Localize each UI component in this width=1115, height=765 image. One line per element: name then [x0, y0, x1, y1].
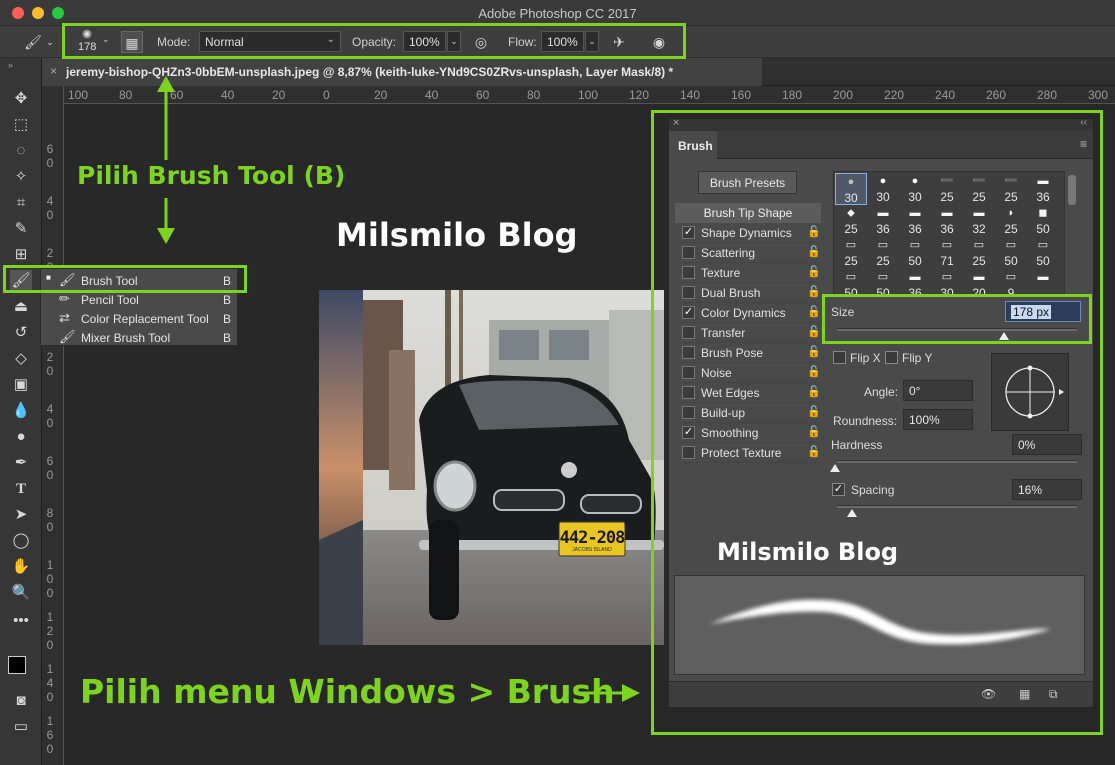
blog-watermark: Milsmilo Blog	[336, 216, 578, 254]
blog-watermark-panel: Milsmilo Blog	[717, 538, 899, 566]
pilih-menu-annotation: Pilih menu Windows > Brush	[80, 672, 615, 711]
annotation-arrows	[157, 76, 640, 702]
photoshop-window: Adobe Photoshop CC 2017 🖌 ⌄ 178 ⌄ ▦ Mode…	[0, 0, 1115, 765]
pilih-brush-annotation: Pilih Brush Tool (B)	[77, 161, 346, 190]
